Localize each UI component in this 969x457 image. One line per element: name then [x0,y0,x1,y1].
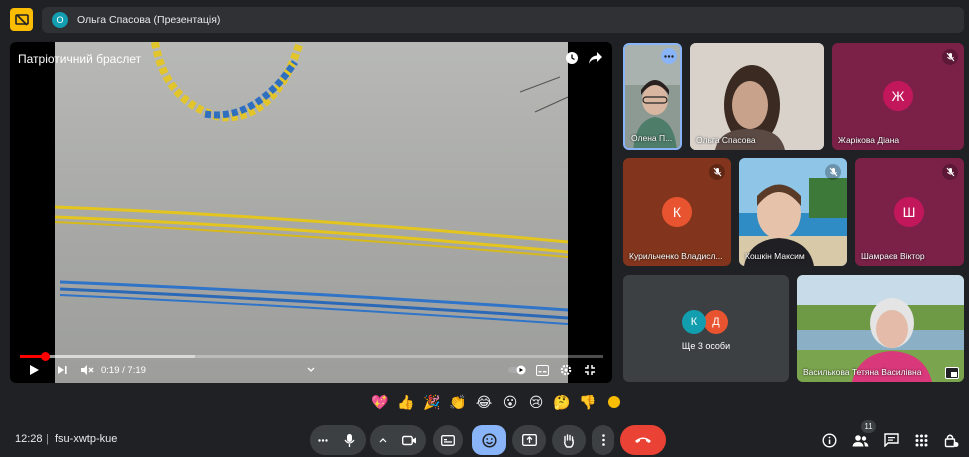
participant-avatar: Ж [883,81,913,111]
exit-fullscreen-icon[interactable] [584,362,596,378]
chevron-up-icon[interactable] [372,437,394,443]
meeting-info-icon[interactable] [820,431,838,449]
reaction-thumbs-up[interactable]: 👍 [396,392,416,412]
captions-button[interactable] [433,425,463,455]
video-frame [54,42,569,383]
reaction-thumbs-down[interactable]: 👎 [578,392,598,412]
reaction-sad[interactable]: 😢 [526,392,546,412]
meet-window: О Ольга Спасова (Презентація) Патріотичн… [0,0,969,457]
chevron-down-icon[interactable] [306,362,316,378]
participant-tile[interactable]: К Курильченко Владисл... [623,158,731,266]
reactions-bar: 💖 👍 🎉 👏 😂 😮 😢 🤔 👎 [370,390,624,414]
chat-icon[interactable] [882,431,900,449]
watch-later-icon[interactable] [565,51,579,70]
captions-icon [441,434,455,446]
leave-call-button[interactable] [620,425,666,455]
camera-button-group [370,425,426,455]
host-controls-lock-icon[interactable] [942,431,960,449]
hand-icon [564,433,574,448]
participant-name: Василькова Тетяна Василівна [803,367,922,377]
presentation-video[interactable]: Патріотичний браслет 0:19 / 7:19 [10,42,612,383]
participant-avatar: К [682,310,706,334]
presenter-avatar: О [52,12,68,28]
participant-tile[interactable]: Ж Жарікова Діана [832,43,964,150]
participant-avatar: Д [704,310,728,334]
participant-name: Олена П... [631,133,673,143]
participant-name: Шамраєв Віктор [861,251,925,261]
subtitles-icon[interactable] [536,362,549,378]
reaction-heart[interactable]: 💖 [370,392,390,412]
presenter-label: Ольга Спасова (Презентація) [77,14,221,26]
others-count-label: Ще 3 особи [681,341,731,351]
participant-name: Ольга Спасова [696,135,756,145]
participant-tile[interactable]: Кошкін Максим [739,158,847,266]
meeting-code: fsu-xwtp-kue [55,433,118,445]
participant-tile[interactable]: Олена П... [623,43,682,150]
participant-avatar: К [662,197,692,227]
reaction-party[interactable]: 🎉 [422,392,442,412]
participant-avatar: Ш [894,197,924,227]
current-time: 12:28 [15,433,43,445]
presenter-banner[interactable]: О Ольга Спасова (Презентація) [42,7,964,33]
reaction-surprised[interactable]: 😮 [500,392,520,412]
video-progress-bar[interactable] [20,355,603,358]
stop-presenting-icon[interactable] [10,8,33,31]
separator: | [46,433,49,445]
volume-muted-icon[interactable] [80,362,94,378]
present-screen-icon [521,434,537,446]
next-icon[interactable] [56,362,68,378]
share-icon[interactable] [588,51,603,70]
more-icon[interactable] [312,438,334,442]
participant-tile[interactable]: Ш Шамраєв Віктор [855,158,964,266]
mic-off-icon [942,164,958,180]
play-icon[interactable] [28,362,40,378]
participant-tile[interactable]: Ольга Спасова [690,43,824,150]
people-count-badge: 11 [861,420,876,433]
participant-name: Жарікова Діана [838,135,900,145]
mic-off-icon [709,164,725,180]
participant-name: Курильченко Владисл... [629,251,723,261]
skin-tone-icon[interactable] [604,392,624,412]
emoji-icon [481,432,497,448]
video-time: 0:19 / 7:19 [101,364,146,376]
camera-icon[interactable] [394,435,424,446]
other-participants-tile[interactable]: К Д Ще 3 особи [623,275,789,382]
reactions-button[interactable] [472,425,506,455]
mic-off-icon [942,49,958,65]
reaction-clap[interactable]: 👏 [448,392,468,412]
picture-in-picture-icon[interactable] [945,366,959,379]
progress-scrubber[interactable] [41,352,50,361]
reaction-thinking[interactable]: 🤔 [552,392,572,412]
more-vert-icon [601,434,605,446]
settings-gear-icon[interactable] [560,362,572,378]
activities-icon[interactable] [912,431,930,449]
participant-name: Кошкін Максим [745,251,805,261]
end-call-icon [635,437,651,443]
participant-tile[interactable]: Василькова Тетяна Василівна [797,275,964,382]
video-title: Патріотичний браслет [18,52,142,66]
raise-hand-button[interactable] [552,425,586,455]
microphone-icon[interactable] [334,425,364,455]
mic-off-icon [825,164,841,180]
people-icon[interactable] [851,431,869,449]
more-options-icon[interactable] [661,48,677,64]
mic-button-group [310,425,366,455]
more-options-button[interactable] [592,425,614,455]
reaction-joy[interactable]: 😂 [474,392,494,412]
autoplay-toggle-icon[interactable] [508,362,528,378]
present-button[interactable] [512,425,546,455]
